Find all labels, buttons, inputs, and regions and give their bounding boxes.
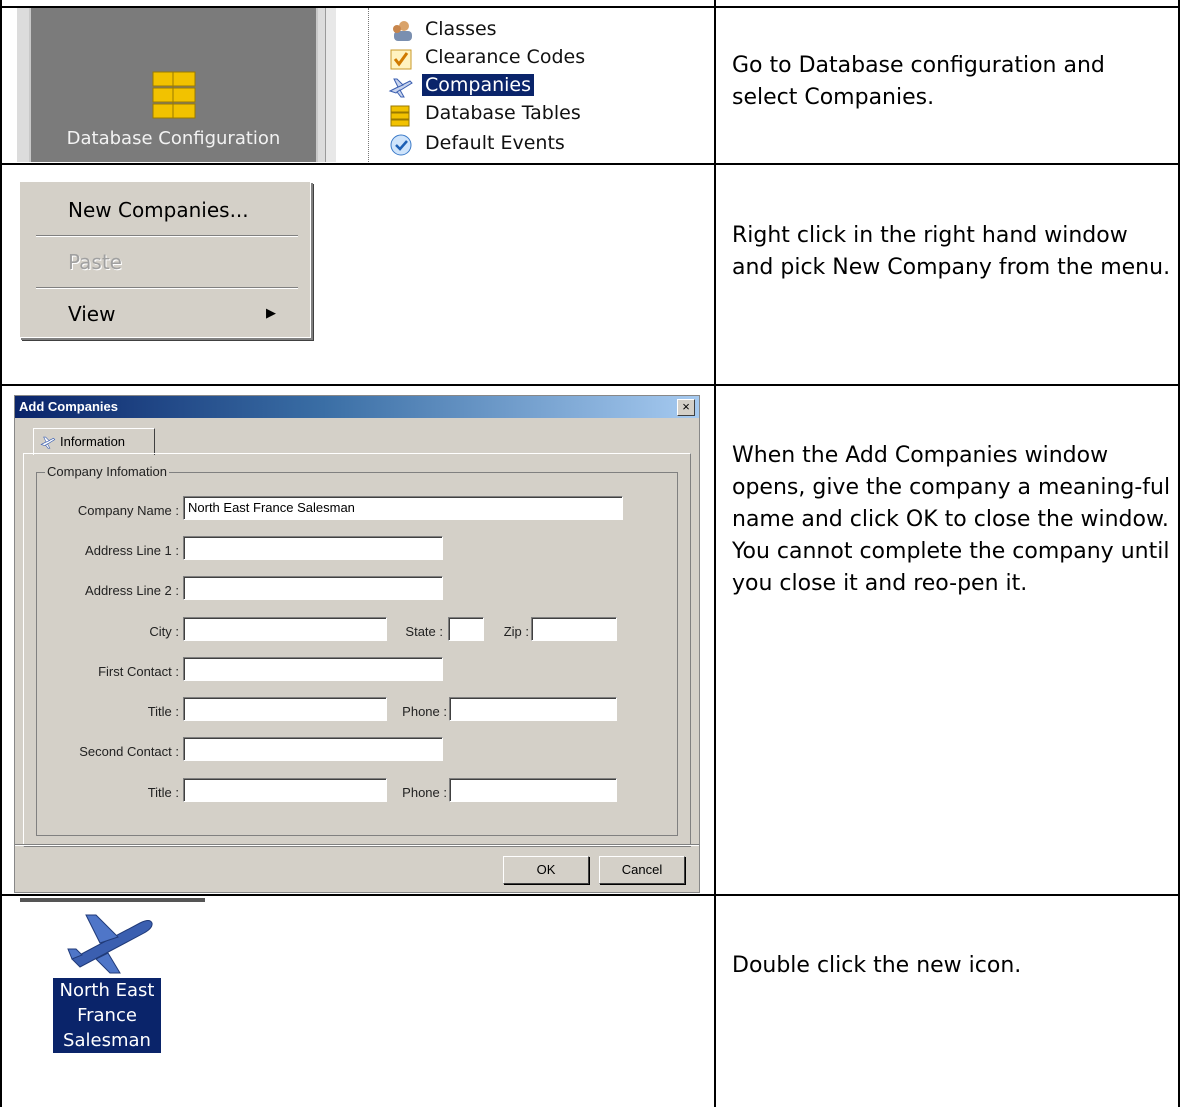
tree-item-label: Classes: [425, 18, 497, 40]
state-label: State :: [405, 624, 443, 639]
ok-button[interactable]: OK: [503, 856, 589, 884]
database-icon: [152, 71, 196, 119]
row-divider-2: [0, 384, 1180, 386]
phone-2-label: Phone :: [402, 785, 447, 800]
icon-label-line: Salesman: [63, 1030, 151, 1051]
company-icon-label[interactable]: North East France Salesman: [53, 978, 161, 1053]
menu-separator: [36, 235, 298, 237]
row-divider-3: [0, 894, 1180, 896]
context-menu: New Companies... Paste View ▶: [19, 181, 311, 338]
address-line-2-label: Address Line 2 :: [85, 583, 179, 598]
row-divider-1: [0, 163, 1180, 165]
address-line-1-field[interactable]: [183, 536, 443, 560]
dialog-title: Add Companies: [19, 399, 118, 414]
database-configuration-panel[interactable]: Database Configuration: [17, 8, 336, 162]
add-companies-dialog: Add Companies × Information Company Info…: [14, 395, 700, 893]
tree-item-label: Clearance Codes: [425, 46, 586, 68]
information-tab-panel: Company Infomation Company Name : North …: [23, 453, 691, 847]
address-line-2-field[interactable]: [183, 576, 443, 600]
company-information-group: Company Infomation Company Name : North …: [36, 464, 678, 836]
title-1-field[interactable]: [183, 697, 387, 721]
database-configuration-button[interactable]: Database Configuration: [29, 8, 318, 162]
classes-icon: [393, 21, 412, 41]
submenu-arrow-icon: ▶: [266, 306, 276, 321]
instruction-step-2: Right click in the right hand window and…: [732, 223, 1171, 280]
table-border-middle: [714, 0, 716, 1107]
tree-item-label: Database Tables: [425, 102, 581, 124]
phone-1-label: Phone :: [402, 704, 447, 719]
dialog-titlebar[interactable]: Add Companies ×: [15, 396, 699, 418]
company-name-label: Company Name :: [77, 503, 179, 518]
second-contact-label: Second Contact :: [79, 744, 179, 759]
company-name-field[interactable]: North East France Salesman: [183, 496, 623, 520]
menu-item-view[interactable]: View ▶: [20, 294, 310, 334]
phone-2-field[interactable]: [449, 778, 617, 802]
icon-label-line: France: [77, 1005, 137, 1026]
menu-item-paste: Paste: [20, 242, 310, 282]
title-1-label: Title :: [147, 704, 179, 719]
second-contact-field[interactable]: [183, 737, 443, 761]
menu-item-new-companies[interactable]: New Companies...: [20, 190, 310, 230]
phone-1-field[interactable]: [449, 697, 617, 721]
clearance-codes-icon: [390, 49, 412, 70]
title-2-label: Title :: [147, 785, 179, 800]
airplane-icon: [40, 436, 56, 449]
tree-item-label: Default Events: [425, 132, 565, 154]
airplane-icon: [388, 78, 413, 98]
close-button[interactable]: ×: [677, 399, 695, 416]
state-field[interactable]: [448, 617, 484, 641]
tree-item-label: Companies: [422, 74, 535, 96]
tab-information[interactable]: Information: [33, 428, 155, 455]
cancel-button[interactable]: Cancel: [599, 856, 685, 884]
panel-scroll-edge: [325, 8, 336, 162]
title-2-field[interactable]: [183, 778, 387, 802]
zip-field[interactable]: [531, 617, 617, 641]
group-title: Company Infomation: [45, 464, 169, 479]
desktop-strip: [20, 898, 205, 902]
menu-separator: [36, 287, 298, 289]
instruction-step-3: When the Add Companies window opens, giv…: [732, 443, 1171, 596]
button-separator: [15, 844, 699, 846]
zip-label: Zip :: [503, 624, 529, 639]
check-circle-icon: [390, 134, 412, 156]
icon-label-line: North East: [59, 980, 155, 1001]
configuration-tree: Classes Clearance Codes Companies Databa…: [368, 8, 714, 162]
first-contact-label: First Contact :: [98, 664, 179, 679]
table-border-left: [0, 0, 2, 1107]
database-configuration-label: Database Configuration: [66, 128, 281, 149]
airplane-icon: [67, 914, 153, 974]
first-contact-field[interactable]: [183, 657, 443, 681]
instruction-table: Database Configuration Classes Clearance…: [0, 0, 1180, 1107]
tab-label: Information: [60, 434, 126, 449]
menu-item-label: Paste: [68, 250, 122, 274]
database-tables-icon: [390, 105, 410, 127]
city-field[interactable]: [183, 617, 387, 641]
menu-item-label: View: [68, 302, 116, 326]
instruction-step-4: Double click the new icon.: [732, 953, 1022, 978]
instruction-step-1: Go to Database configuration and select …: [732, 53, 1105, 110]
address-line-1-label: Address Line 1 :: [85, 543, 179, 558]
menu-item-label: New Companies...: [68, 198, 249, 222]
city-label: City :: [149, 624, 179, 639]
